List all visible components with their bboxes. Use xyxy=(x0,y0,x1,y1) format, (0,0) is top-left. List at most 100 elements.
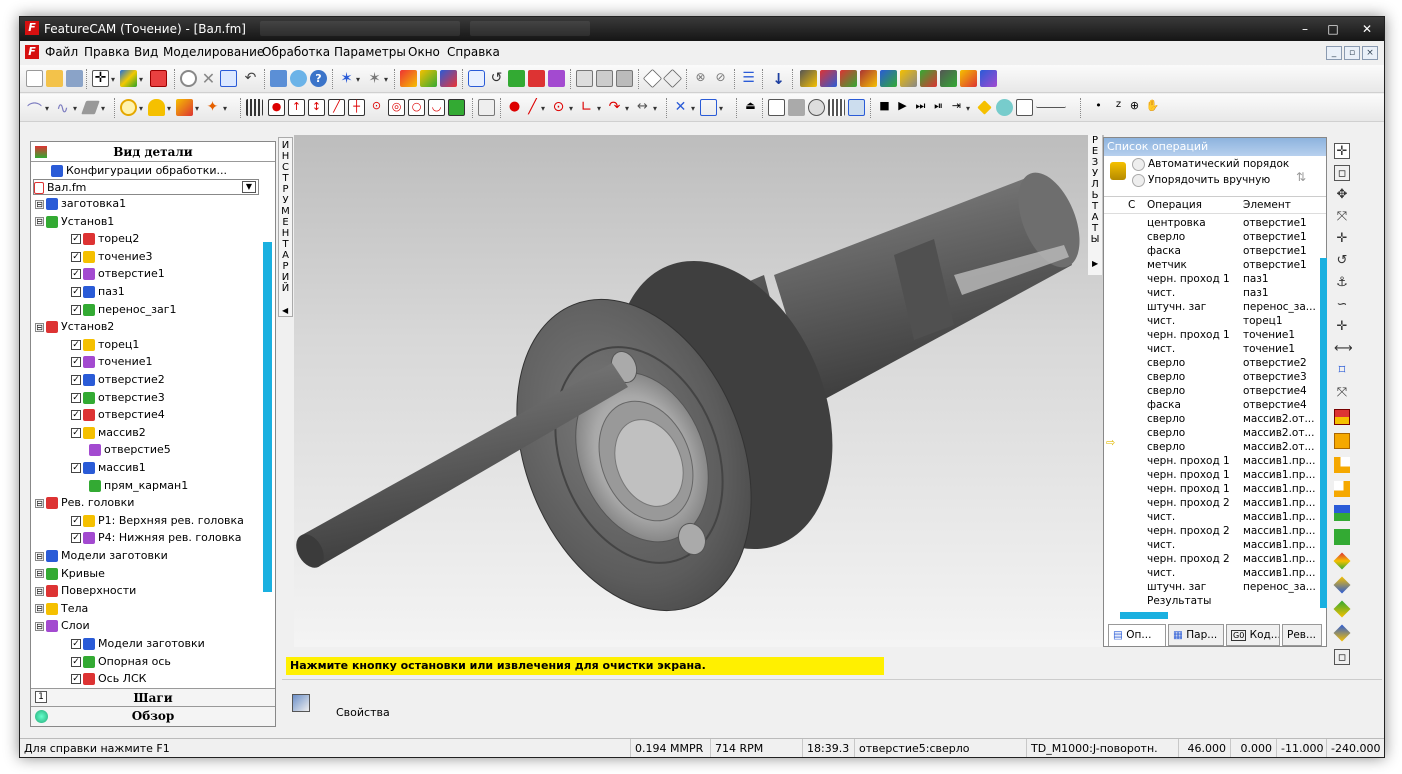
rect-tool-icon[interactable] xyxy=(700,99,717,116)
tree-item[interactable]: ⊟ Поверхности xyxy=(35,583,136,599)
tree-item[interactable]: ⊟ заготовка1 xyxy=(35,196,126,212)
checkbox[interactable]: ✓ xyxy=(71,515,81,526)
chevron-down-icon[interactable]: ▾ xyxy=(597,104,601,113)
expand-icon[interactable]: ⊟ xyxy=(35,621,44,631)
file-selector[interactable]: Вал.fm ▼ xyxy=(33,179,259,195)
tree-item[interactable]: ✓ точение1 xyxy=(71,354,153,370)
operation-name[interactable]: чист. xyxy=(1147,314,1175,328)
nc-icon-4[interactable] xyxy=(860,70,877,87)
snap-center-icon[interactable]: ◎ xyxy=(388,99,405,116)
operation-element[interactable]: отверстие3 xyxy=(1243,370,1307,384)
nc-icon-6[interactable] xyxy=(900,70,917,87)
menu-help[interactable]: Справка xyxy=(447,45,500,59)
menu-machining[interactable]: Обработка xyxy=(262,45,330,59)
chevron-down-icon[interactable]: ▾ xyxy=(111,75,115,84)
dotted-grid-icon[interactable] xyxy=(246,99,263,116)
checkbox[interactable]: ✓ xyxy=(71,656,81,667)
operation-name[interactable]: штучн. заг xyxy=(1147,300,1206,314)
collapse-left-icon[interactable]: ◀ xyxy=(282,306,288,315)
sort-icon[interactable]: ⇅ xyxy=(1296,170,1306,184)
operation-element[interactable]: точение1 xyxy=(1243,342,1295,356)
operation-element[interactable]: массив1.пр... xyxy=(1243,524,1315,538)
display-icon-1[interactable] xyxy=(768,99,785,116)
tree-item[interactable]: ✓ точение3 xyxy=(71,249,153,265)
checkbox[interactable]: ✓ xyxy=(71,269,81,280)
tree-item[interactable]: ✓ торец1 xyxy=(71,337,139,353)
move-view-icon[interactable]: ✛ xyxy=(1334,143,1350,159)
draw-corner-icon[interactable]: ∟ xyxy=(578,99,595,116)
checkbox[interactable]: ✓ xyxy=(71,674,81,685)
properties-label[interactable]: Свойства xyxy=(336,706,390,719)
snap-settings-icon[interactable] xyxy=(478,99,495,116)
tree-item[interactable]: ⊟ Модели заготовки xyxy=(35,548,168,564)
operation-element[interactable]: массив1.пр... xyxy=(1243,496,1315,510)
operation-element[interactable]: отверстие4 xyxy=(1243,398,1307,412)
operations-hscrollbar[interactable] xyxy=(1120,612,1168,619)
operation-element[interactable]: массив1.пр... xyxy=(1243,538,1315,552)
nc-icon-2[interactable] xyxy=(820,70,837,87)
tree-item[interactable]: ✓ Ось ЛСК xyxy=(71,671,146,687)
checkbox[interactable]: ✓ xyxy=(71,463,81,473)
step-over-icon[interactable]: ⇥ xyxy=(948,99,965,116)
stop-circle-icon[interactable] xyxy=(180,70,197,87)
fast-forward-icon[interactable]: ⏭ xyxy=(912,99,929,116)
tab-turret[interactable]: Рев... xyxy=(1282,624,1322,646)
move-cross-icon[interactable]: ✛ xyxy=(92,70,109,87)
chevron-down-icon[interactable]: ▼ xyxy=(242,181,256,193)
menu-parameters[interactable]: Параметры xyxy=(334,45,406,59)
toolpath-icon[interactable] xyxy=(440,70,457,87)
operation-element[interactable]: торец1 xyxy=(1243,314,1283,328)
view-grid3-icon[interactable] xyxy=(616,70,633,87)
expand-icon[interactable]: ⊟ xyxy=(35,551,44,561)
operation-name[interactable]: фаска xyxy=(1147,398,1181,412)
chevron-down-icon[interactable]: ▾ xyxy=(139,104,143,113)
slider-icon[interactable] xyxy=(1036,99,1066,108)
tree-item[interactable]: ✓ паз1 xyxy=(71,284,125,300)
close-button[interactable]: ✕ xyxy=(1352,19,1382,39)
highlight-icon[interactable] xyxy=(977,100,992,115)
cube-color4-icon[interactable] xyxy=(1333,624,1351,642)
operation-element[interactable]: массив1.пр... xyxy=(1243,482,1315,496)
tab-code[interactable]: G0 Код... xyxy=(1226,624,1280,646)
operations-scrollbar[interactable] xyxy=(1320,258,1327,608)
rotate-axis-icon[interactable]: ⤧ xyxy=(1334,209,1350,225)
horizontal-icon[interactable]: ⟷ xyxy=(1334,341,1353,357)
frame-icon[interactable]: ⌑ xyxy=(1334,363,1350,379)
operation-name[interactable]: сверло xyxy=(1147,412,1185,426)
tree-item[interactable]: ✓ Опорная ось xyxy=(71,654,171,670)
operation-element[interactable]: отверстие1 xyxy=(1243,216,1307,230)
operation-name[interactable]: фаска xyxy=(1147,244,1181,258)
operation-element[interactable]: массив2.от... xyxy=(1243,426,1315,440)
cube-view-icon[interactable] xyxy=(642,68,663,89)
chevron-down-icon[interactable]: ▾ xyxy=(569,104,573,113)
expand-icon[interactable]: ⊟ xyxy=(35,322,44,332)
snap-point-icon[interactable]: ● xyxy=(268,99,285,116)
checkbox[interactable]: ✓ xyxy=(71,410,81,421)
operation-name[interactable]: чист. xyxy=(1147,342,1175,356)
play-icon[interactable]: ▶ xyxy=(894,99,911,116)
feature-icon[interactable] xyxy=(420,70,437,87)
cube-view2-icon[interactable] xyxy=(662,68,683,89)
tree-item[interactable]: ✓ перенос_заг1 xyxy=(71,302,177,318)
radio-auto-order[interactable] xyxy=(1132,158,1145,171)
operation-element[interactable]: отверстие4 xyxy=(1243,384,1307,398)
tree-item[interactable]: ✓ P4: Нижняя рев. головка xyxy=(71,530,241,546)
draw-circle-icon[interactable]: ⊙ xyxy=(550,99,567,116)
operation-name[interactable]: чист. xyxy=(1147,538,1175,552)
dot-icon[interactable]: • xyxy=(1090,99,1107,116)
operation-element[interactable]: перенос_за... xyxy=(1243,580,1316,594)
display-icon-5[interactable] xyxy=(848,99,865,116)
translate-icon[interactable]: ✥ xyxy=(1334,187,1350,203)
select-cursor-icon[interactable] xyxy=(220,70,237,87)
display-icon-2[interactable] xyxy=(788,99,805,116)
tree-item[interactable]: ⊟ Установ1 xyxy=(35,214,114,230)
color-red-icon[interactable] xyxy=(1334,409,1350,425)
rotate-x-icon[interactable]: ↺ xyxy=(1334,253,1350,269)
anchor-icon[interactable]: ⚓ xyxy=(1334,275,1350,291)
operation-element[interactable]: массив1.пр... xyxy=(1243,510,1315,524)
operation-element[interactable]: паз1 xyxy=(1243,286,1269,300)
properties-icon[interactable] xyxy=(292,694,310,712)
cube-color-icon[interactable] xyxy=(1333,552,1351,570)
operation-name[interactable]: чист. xyxy=(1147,286,1175,300)
curve-icon[interactable]: ∽ xyxy=(1334,297,1350,313)
